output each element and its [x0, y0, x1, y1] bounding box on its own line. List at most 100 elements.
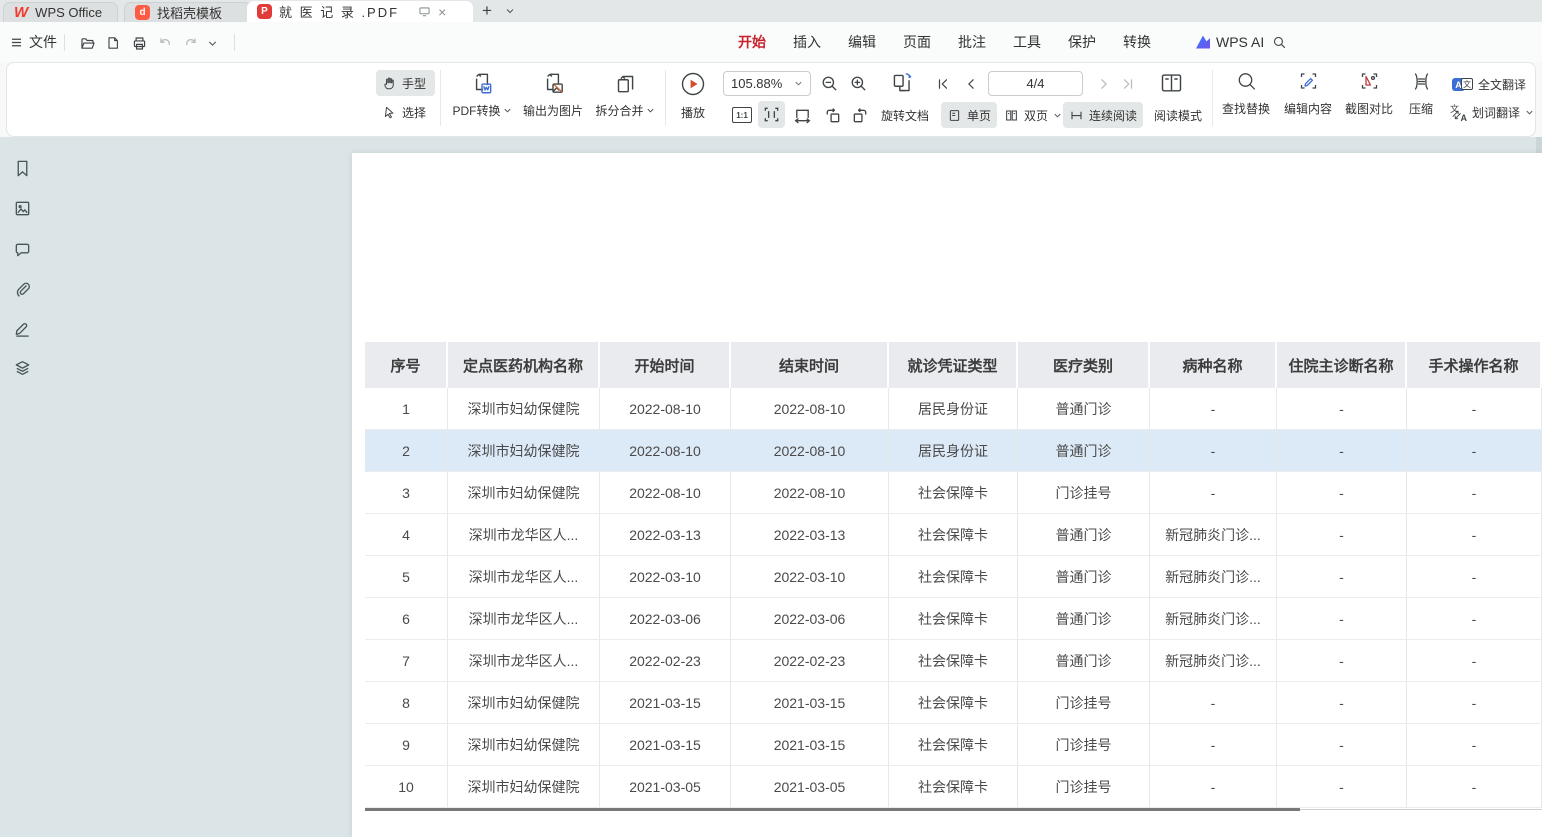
table-cell: 2021-03-05 — [600, 766, 731, 807]
replace-pages-icon — [889, 70, 915, 96]
first-page-button[interactable] — [936, 77, 950, 91]
zoom-level-select[interactable]: 105.88% — [723, 71, 811, 96]
menu-item-protect[interactable]: 保护 — [1068, 22, 1096, 65]
prev-page-button[interactable] — [964, 77, 978, 91]
export-image-button[interactable]: 输出为图片 — [518, 70, 588, 119]
rotate-right-button[interactable] — [847, 103, 873, 127]
more-actions-chevron-icon[interactable] — [207, 38, 218, 49]
play-button[interactable] — [680, 71, 706, 97]
compress-button[interactable]: 压缩 — [1398, 70, 1444, 117]
reading-mode-button[interactable]: 阅读模式 — [1148, 102, 1208, 128]
table-cell: 社会保障卡 — [889, 640, 1018, 681]
hand-tool-button[interactable]: 手型 — [376, 70, 435, 96]
menu-item-home[interactable]: 开始 — [738, 22, 766, 65]
tab-wps-office[interactable]: W WPS Office — [3, 2, 118, 22]
undo-icon[interactable] — [154, 32, 176, 54]
bookmark-icon[interactable] — [13, 159, 32, 178]
tab-pdf-document[interactable]: P 就 医 记 录 .PDF × — [247, 1, 473, 22]
menu-item-page[interactable]: 页面 — [903, 22, 931, 65]
wps-ai-menu[interactable]: WPS AI — [1196, 22, 1264, 62]
table-cell: 深圳市龙华区人... — [448, 598, 600, 639]
file-menu[interactable]: 文件 — [29, 22, 57, 62]
play-label: 播放 — [673, 104, 713, 121]
table-row: 8深圳市妇幼保健院2021-03-152021-03-15社会保障卡门诊挂号--… — [365, 682, 1542, 724]
table-header-cell: 住院主诊断名称 — [1277, 342, 1407, 388]
print-icon[interactable] — [128, 32, 150, 54]
double-page-button[interactable]: 双页 — [998, 102, 1068, 128]
menu-search-icon[interactable] — [1272, 35, 1287, 50]
table-cell: 2022-03-13 — [731, 514, 889, 555]
menu-item-edit[interactable]: 编辑 — [848, 22, 876, 65]
table-cell: 3 — [365, 472, 448, 513]
table-cell: - — [1407, 388, 1542, 429]
zoom-in-button[interactable] — [849, 74, 868, 93]
full-translate-button[interactable]: A文 全文翻译 — [1452, 76, 1526, 93]
table-cell: 普通门诊 — [1018, 514, 1150, 555]
split-merge-button[interactable]: 拆分合并 — [589, 70, 661, 119]
pdf-page-canvas[interactable]: 序号定点医药机构名称开始时间结束时间就诊凭证类型医疗类别病种名称住院主诊断名称手… — [352, 153, 1542, 837]
find-replace-button[interactable]: 查找替换 — [1216, 70, 1276, 117]
close-tab-icon[interactable]: × — [438, 5, 446, 19]
table-cell: 深圳市妇幼保健院 — [448, 388, 600, 429]
chevron-down-icon — [1525, 108, 1534, 117]
rotate-left-button[interactable] — [819, 103, 845, 127]
save-icon[interactable] — [102, 32, 124, 54]
screenshot-compare-button[interactable]: 截图对比 — [1340, 70, 1398, 117]
medical-records-table: 序号定点医药机构名称开始时间结束时间就诊凭证类型医疗类别病种名称住院主诊断名称手… — [365, 342, 1542, 808]
menu-item-convert[interactable]: 转换 — [1123, 22, 1151, 65]
table-cell: - — [1277, 430, 1407, 471]
next-page-button[interactable] — [1097, 77, 1111, 91]
table-cell: 深圳市妇幼保健院 — [448, 472, 600, 513]
thumbnails-icon[interactable] — [13, 199, 32, 218]
fit-width-button[interactable] — [789, 103, 815, 127]
table-cell: 深圳市龙华区人... — [448, 640, 600, 681]
table-row: 1深圳市妇幼保健院2022-08-102022-08-10居民身份证普通门诊--… — [365, 388, 1542, 430]
hamburger-icon[interactable] — [10, 36, 23, 49]
screen-mode-icon[interactable] — [418, 5, 431, 18]
divider — [64, 34, 65, 51]
table-cell: 门诊挂号 — [1018, 682, 1150, 723]
table-cell: 居民身份证 — [889, 430, 1018, 471]
single-page-button[interactable]: 单页 — [941, 102, 997, 128]
read-mode-button[interactable] — [1158, 70, 1185, 97]
table-row: 9深圳市妇幼保健院2021-03-152021-03-15社会保障卡门诊挂号--… — [365, 724, 1542, 766]
fit-page-button[interactable] — [758, 101, 785, 128]
word-translate-button[interactable]: 文⇄A 划词翻译 — [1450, 104, 1534, 121]
replace-pages-button[interactable] — [889, 70, 915, 96]
comments-icon[interactable] — [13, 240, 32, 259]
table-cell: 社会保障卡 — [889, 766, 1018, 807]
continuous-read-button[interactable]: 连续阅读 — [1063, 102, 1143, 128]
redo-icon[interactable] — [180, 32, 202, 54]
table-cell: 2021-03-15 — [731, 724, 889, 765]
word-translate-icon: 文⇄A — [1450, 104, 1467, 121]
edit-content-button[interactable]: 编辑内容 — [1278, 70, 1338, 117]
table-cell: 2022-03-10 — [600, 556, 731, 597]
tab-list-chevron-icon[interactable] — [505, 6, 515, 16]
menu-item-comment[interactable]: 批注 — [958, 22, 986, 65]
tab-bar: W WPS Office d 找稻壳模板 P 就 医 记 录 .PDF × + — [0, 0, 1542, 22]
page-number-input[interactable]: 4/4 — [988, 71, 1083, 96]
divider — [440, 70, 441, 126]
table-header-cell: 开始时间 — [600, 342, 731, 388]
actual-size-button[interactable]: 1:1 — [729, 103, 755, 127]
signature-icon[interactable] — [13, 319, 32, 338]
open-file-icon[interactable] — [76, 32, 98, 54]
layers-icon[interactable] — [13, 359, 32, 378]
attachments-icon[interactable] — [13, 280, 32, 299]
table-cell: 深圳市妇幼保健院 — [448, 766, 600, 807]
last-page-button[interactable] — [1121, 77, 1135, 91]
select-tool-button[interactable]: 选择 — [376, 99, 435, 125]
tab-docer-templates[interactable]: d 找稻壳模板 — [124, 2, 252, 22]
first-page-icon — [936, 77, 950, 91]
menu-item-insert[interactable]: 插入 — [793, 22, 821, 65]
table-cell: - — [1407, 472, 1542, 513]
pdf-convert-button[interactable]: PDF转换 — [447, 70, 517, 119]
divider — [1212, 70, 1213, 126]
zoom-out-button[interactable] — [820, 74, 839, 93]
table-cell: 深圳市龙华区人... — [448, 556, 600, 597]
menu-item-tools[interactable]: 工具 — [1013, 22, 1041, 65]
new-tab-button[interactable]: + — [482, 0, 492, 21]
table-cell: 2 — [365, 430, 448, 471]
rotate-document-button[interactable]: 旋转文档 — [875, 102, 935, 128]
rotate-left-icon — [823, 106, 842, 125]
